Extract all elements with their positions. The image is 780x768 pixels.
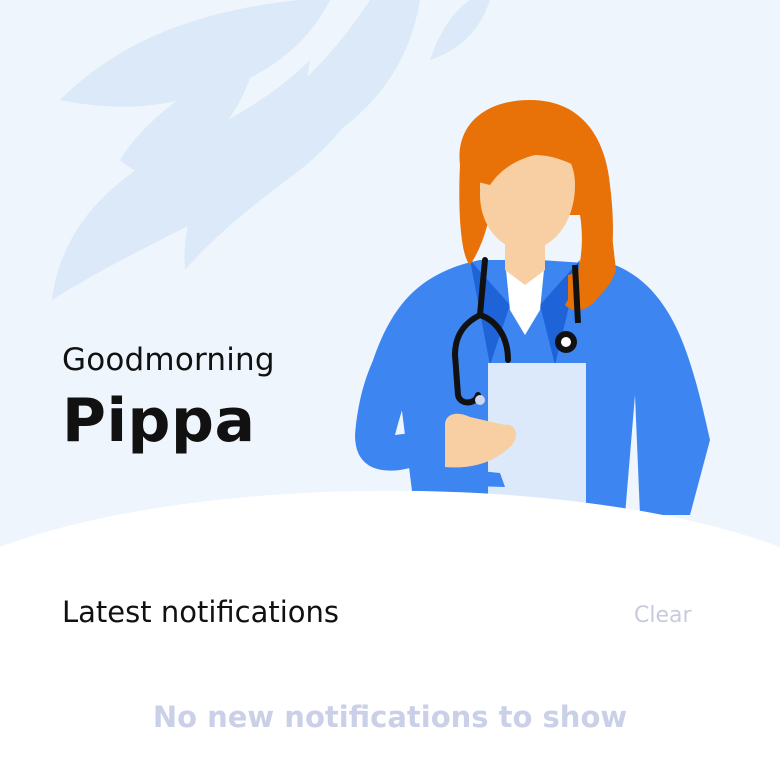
doctor-illustration (355, 100, 710, 515)
notifications-heading: Latest notifications (62, 595, 340, 629)
empty-notifications-message: No new notifications to show (152, 700, 628, 734)
user-name: Pippa (62, 386, 256, 456)
clear-notifications-button[interactable]: Clear (634, 603, 692, 628)
greeting-text: Goodmorning (62, 342, 275, 378)
